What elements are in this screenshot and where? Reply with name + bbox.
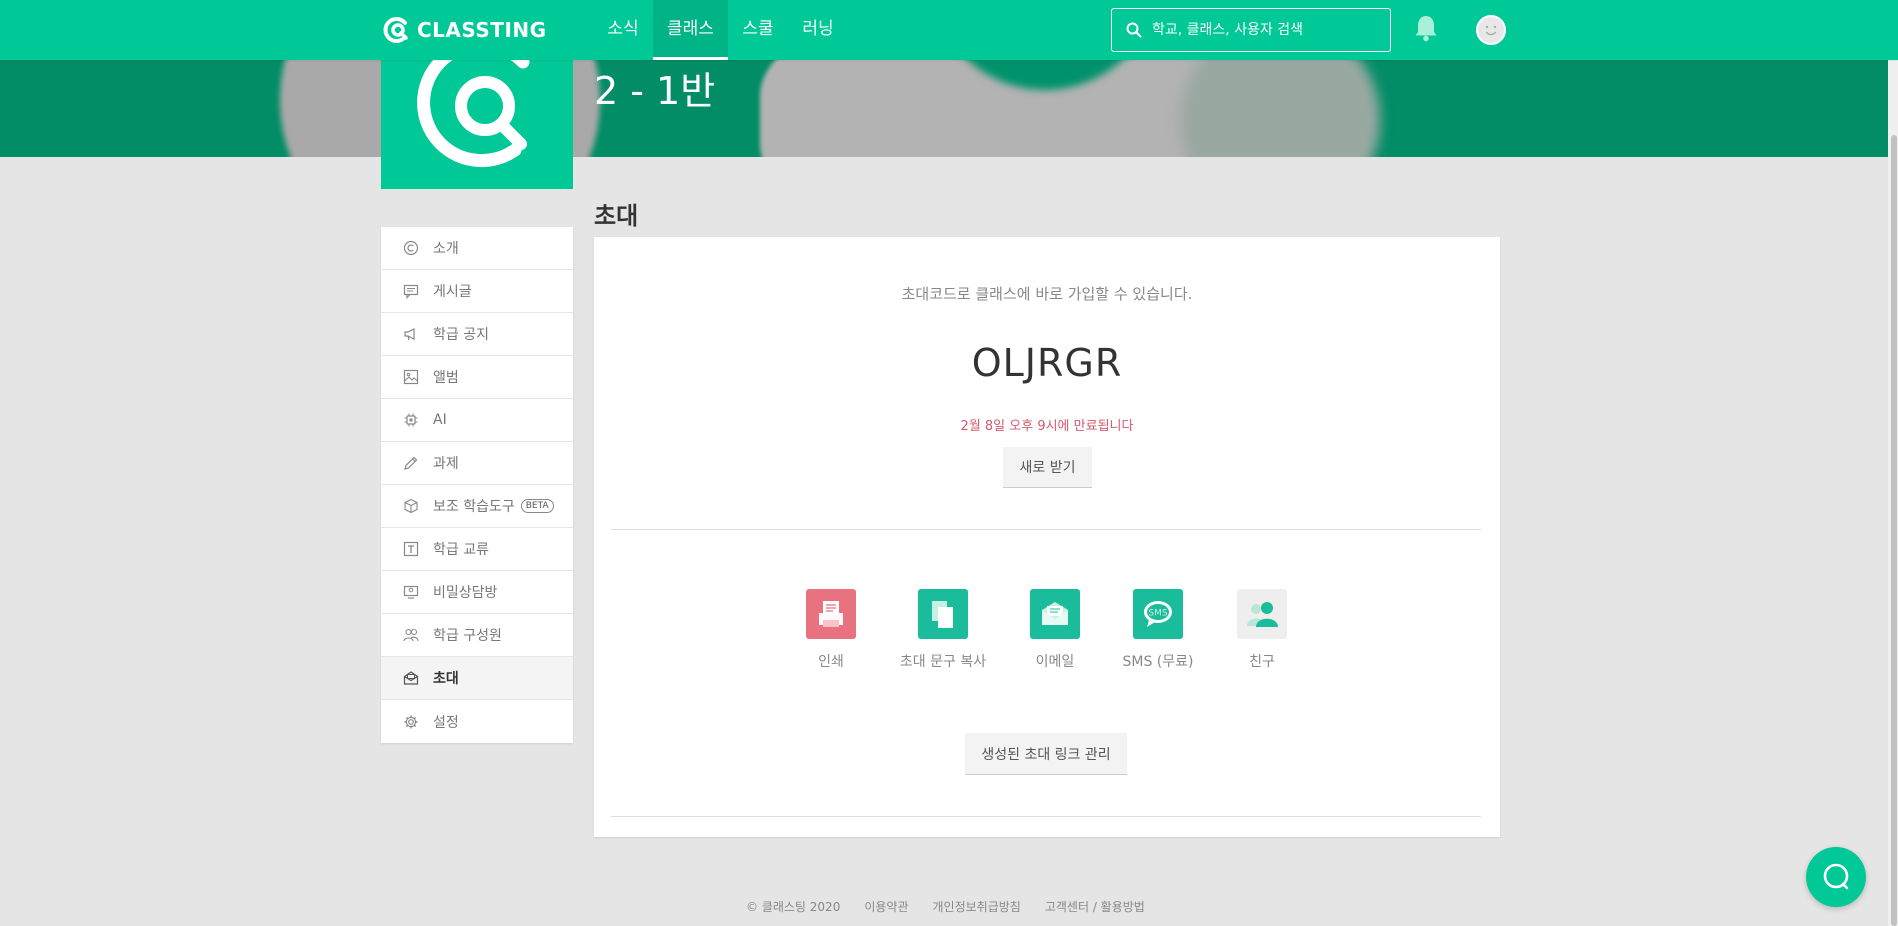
- smiley-icon: [1485, 25, 1497, 36]
- search-icon: [1126, 22, 1142, 38]
- bell-icon[interactable]: [1414, 14, 1438, 42]
- share-copy-button[interactable]: 초대 문구 복사: [893, 589, 993, 671]
- scrollbar-thumb[interactable]: [1891, 135, 1897, 926]
- divider: [611, 529, 1481, 530]
- text-box-icon: [403, 541, 419, 557]
- sidebar-item-learning-tools[interactable]: 보조 학습도구 BETA: [381, 485, 573, 528]
- sidebar-item-settings[interactable]: 설정: [381, 700, 573, 743]
- sms-icon: SMS: [1133, 589, 1183, 639]
- share-label: 친구: [1249, 654, 1275, 670]
- sidebar-item-ai[interactable]: AI: [381, 399, 573, 442]
- chat-button[interactable]: [1806, 847, 1866, 907]
- renew-code-button[interactable]: 새로 받기: [1003, 447, 1092, 488]
- copy-icon: [918, 589, 968, 639]
- top-nav: CLASSTING 소식 클래스 스쿨 러닝: [0, 0, 1898, 60]
- manage-invite-links-button[interactable]: 생성된 초대 링크 관리: [965, 733, 1127, 775]
- secret-icon: [403, 585, 419, 599]
- class-sidebar: 소개 게시글 학급 공지 앨범 AI 과제 보조 학습도구 BETA 학급 교류…: [381, 227, 573, 743]
- sidebar-item-label: 앨범: [433, 370, 459, 386]
- classting-logo-icon: [383, 17, 408, 43]
- sidebar-item-label: 소개: [433, 241, 459, 257]
- page-title: 초대: [594, 202, 639, 230]
- sidebar-item-posts[interactable]: 게시글: [381, 270, 573, 313]
- share-friends-button[interactable]: 친구: [1212, 589, 1312, 671]
- sidebar-item-label: 보조 학습도구: [433, 499, 515, 515]
- tab-news[interactable]: 소식: [597, 0, 649, 60]
- chat-bubble-icon: [1823, 863, 1849, 890]
- share-print-button[interactable]: 인쇄: [781, 589, 881, 671]
- megaphone-icon: [404, 328, 415, 341]
- sidebar-item-label: 학급 교류: [433, 542, 489, 558]
- class-title: 2 - 1반: [594, 69, 716, 113]
- classting-logo[interactable]: CLASSTING: [381, 14, 547, 46]
- sidebar-item-invite[interactable]: 초대: [381, 657, 573, 700]
- members-icon: [403, 628, 419, 642]
- tab-class[interactable]: 클래스: [653, 0, 728, 60]
- post-icon: [403, 284, 419, 299]
- gear-icon: [404, 715, 418, 728]
- class-banner: [0, 60, 1898, 157]
- search-box: [1111, 8, 1391, 52]
- share-email-button[interactable]: 이메일: [1005, 589, 1105, 671]
- sidebar-item-label: 초대: [433, 671, 459, 687]
- logo-text: CLASSTING: [417, 18, 547, 42]
- pencil-icon: [404, 456, 418, 470]
- svg-text:SMS: SMS: [1148, 609, 1167, 619]
- classting-mark-icon: [417, 44, 530, 168]
- user-avatar[interactable]: [1476, 15, 1506, 45]
- share-sms-button[interactable]: SMS SMS (무료): [1108, 589, 1208, 671]
- footer-copyright: © 클래스팅 2020: [746, 900, 841, 914]
- tab-school[interactable]: 스쿨: [732, 0, 784, 60]
- sidebar-item-notice[interactable]: 학급 공지: [381, 313, 573, 356]
- footer: © 클래스팅 2020 이용약관 개인정보취급방침 고객센터 / 활용방법: [746, 898, 1145, 915]
- chip-icon: [404, 413, 418, 427]
- sidebar-item-label: 학급 구성원: [433, 628, 502, 644]
- sidebar-item-secret-counsel[interactable]: 비밀상담방: [381, 571, 573, 614]
- copyright-icon: [403, 240, 419, 256]
- share-label: 초대 문구 복사: [899, 654, 987, 670]
- invite-card: 초대코드로 클래스에 바로 가입할 수 있습니다. OLJRGR 2월 8일 오…: [594, 237, 1500, 837]
- image-icon: [403, 369, 419, 385]
- footer-terms-link[interactable]: 이용약관: [864, 898, 908, 915]
- share-label: 인쇄: [818, 654, 844, 670]
- footer-support-link[interactable]: 고객센터 / 활용방법: [1045, 898, 1145, 915]
- print-icon: [806, 589, 856, 639]
- sidebar-item-members[interactable]: 학급 구성원: [381, 614, 573, 657]
- share-label: 이메일: [1035, 654, 1075, 670]
- sidebar-item-label: 비밀상담방: [433, 585, 498, 601]
- tab-learning[interactable]: 러닝: [792, 0, 844, 60]
- sidebar-item-label: 게시글: [433, 284, 472, 300]
- search-input[interactable]: [1152, 22, 1382, 38]
- invite-description: 초대코드로 클래스에 바로 가입할 수 있습니다.: [901, 285, 1193, 303]
- cube-icon: [404, 498, 418, 514]
- footer-privacy-link[interactable]: 개인정보취급방침: [933, 898, 1021, 915]
- sidebar-item-label: AI: [433, 412, 447, 428]
- sidebar-item-album[interactable]: 앨범: [381, 356, 573, 399]
- expire-text: 2월 8일 오후 9시에 만료됩니다: [960, 419, 1134, 434]
- beta-badge: BETA: [520, 499, 554, 513]
- sidebar-item-assignment[interactable]: 과제: [381, 442, 573, 485]
- sidebar-item-label: 학급 공지: [433, 327, 489, 343]
- divider: [611, 816, 1481, 817]
- invite-code: OLJRGR: [971, 341, 1123, 385]
- invite-icon: [403, 671, 419, 685]
- email-icon: [1030, 589, 1080, 639]
- sidebar-item-intro[interactable]: 소개: [381, 227, 573, 270]
- sidebar-item-exchange[interactable]: 학급 교류: [381, 528, 573, 571]
- share-label: SMS (무료): [1122, 654, 1194, 670]
- class-logo: [381, 44, 573, 189]
- friends-icon: [1237, 589, 1287, 639]
- sidebar-item-label: 설정: [433, 714, 459, 731]
- sidebar-item-label: 과제: [433, 456, 459, 472]
